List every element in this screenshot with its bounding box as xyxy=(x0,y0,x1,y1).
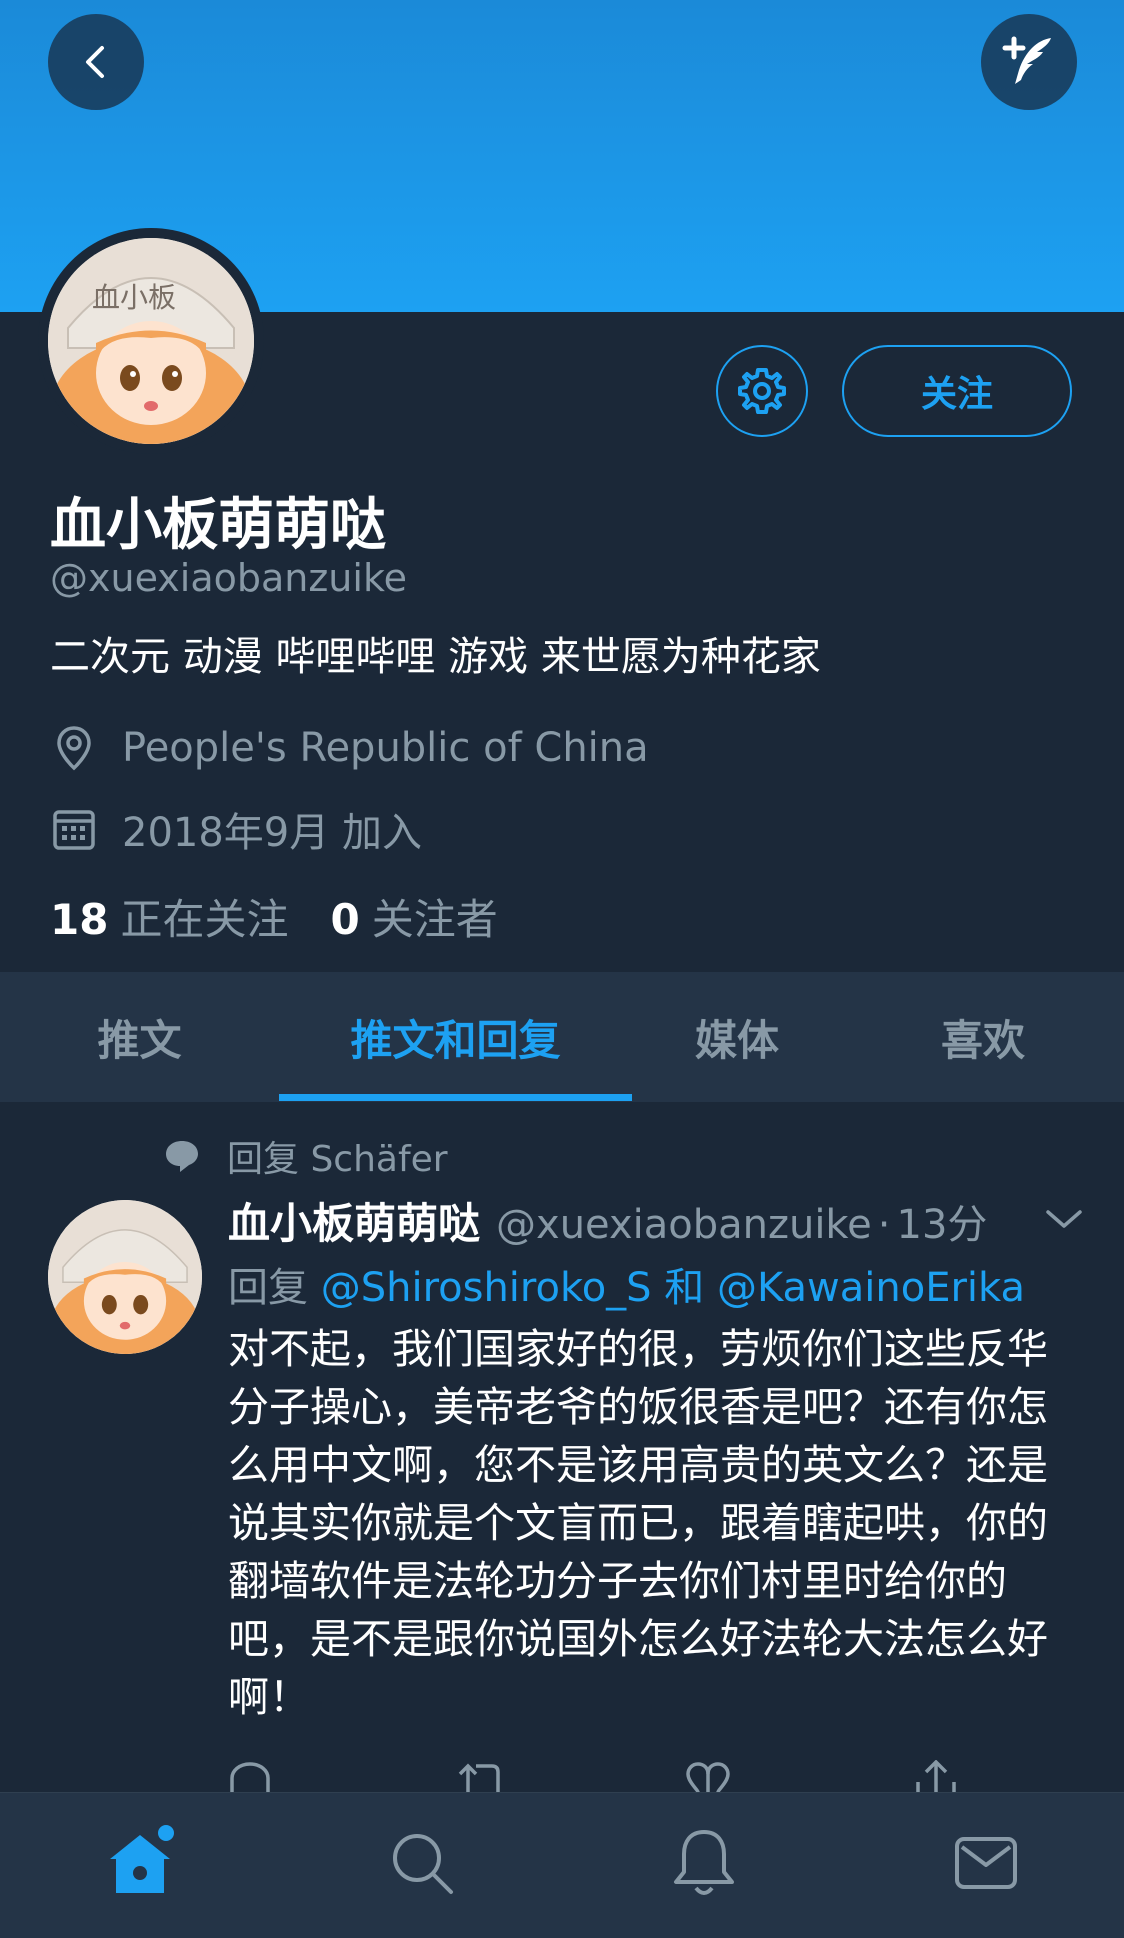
tweet-author-avatar[interactable] xyxy=(48,1200,202,1354)
share-icon xyxy=(916,1760,956,1792)
tweet-author-name[interactable]: 血小板萌萌哒 xyxy=(228,1190,480,1251)
tweet-reply-to: 回复 @Shiroshiroko_S 和 @KawainoErika xyxy=(228,1255,1025,1313)
active-tab-indicator xyxy=(279,1094,632,1101)
tweet-separator: · xyxy=(877,1202,891,1248)
tweet-header: 血小板萌萌哒 @xuexiaobanzuike · 13分 xyxy=(228,1190,987,1251)
chevron-down-icon[interactable] xyxy=(1044,1206,1084,1232)
reply-context-text: 回复 Schäfer xyxy=(227,1139,448,1180)
notifications-bell-icon xyxy=(674,1830,734,1895)
profile-location: People's Republic of China xyxy=(50,724,649,772)
compose-tweet-icon xyxy=(1002,36,1051,84)
nav-messages[interactable] xyxy=(946,1823,1026,1903)
followers-stat[interactable]: 0 关注者 xyxy=(330,886,497,947)
following-label: 正在关注 xyxy=(120,895,289,944)
back-chevron-icon xyxy=(86,46,104,78)
tweet-actions xyxy=(228,1760,1124,1792)
speech-bubble-icon xyxy=(166,1141,198,1172)
tab-tweets-and-replies[interactable]: 推文和回复 xyxy=(279,972,632,1102)
reply-context: 回复 Schäfer xyxy=(163,1130,448,1182)
heart-icon xyxy=(686,1762,730,1792)
nav-home[interactable] xyxy=(100,1823,180,1903)
profile-stats: 18 正在关注 0 关注者 xyxy=(50,886,498,947)
retweet-action[interactable] xyxy=(456,1760,684,1792)
tweet-body: 对不起，我们国家好的很，劳烦你们这些反华分子操心，美帝老爷的饭很香是吧？还有你怎… xyxy=(228,1325,1048,1721)
reply-prefix: 回复 xyxy=(228,1265,308,1311)
nav-notifications[interactable] xyxy=(664,1823,744,1903)
settings-button[interactable] xyxy=(716,345,808,437)
and-word: 和 xyxy=(664,1265,705,1311)
back-button[interactable] xyxy=(48,14,144,110)
tab-likes[interactable]: 喜欢 xyxy=(842,972,1124,1102)
compose-tweet-button[interactable] xyxy=(981,14,1077,110)
location-text: People's Republic of China xyxy=(122,725,649,771)
avatar-illustration-small xyxy=(48,1200,202,1354)
messages-envelope-icon xyxy=(955,1837,1017,1889)
following-count: 18 xyxy=(50,895,109,944)
follow-button[interactable]: 关注 xyxy=(842,345,1072,437)
search-icon xyxy=(393,1834,453,1894)
tweet-time: 13分 xyxy=(896,1202,988,1248)
profile-bio: 二次元 动漫 哔哩哔哩 游戏 来世愿为种花家 xyxy=(50,634,821,680)
share-action[interactable] xyxy=(912,1760,1124,1792)
mention-link-2[interactable]: @KawainoErika xyxy=(717,1265,1025,1311)
followers-count: 0 xyxy=(330,895,360,944)
avatar-illustration xyxy=(48,238,254,444)
location-pin-icon xyxy=(50,724,98,772)
profile-avatar[interactable]: 血小板 xyxy=(38,228,264,454)
avatar-cap-text: 血小板 xyxy=(92,281,177,314)
home-icon xyxy=(110,1825,174,1893)
profile-tabs: 推文 推文和回复 媒体 喜欢 xyxy=(0,972,1124,1102)
followers-label: 关注者 xyxy=(371,895,498,944)
tab-tweets[interactable]: 推文 xyxy=(0,972,279,1102)
like-action[interactable] xyxy=(684,1760,912,1792)
bottom-navigation xyxy=(0,1792,1124,1938)
joined-text: 2018年9月 加入 xyxy=(122,810,422,856)
retweet-icon xyxy=(458,1763,500,1792)
nav-search[interactable] xyxy=(382,1823,462,1903)
reply-action[interactable] xyxy=(228,1760,456,1792)
calendar-icon xyxy=(50,805,98,853)
gear-icon xyxy=(738,368,786,414)
reply-icon xyxy=(230,1762,270,1792)
profile-joined: 2018年9月 加入 xyxy=(50,800,422,858)
mention-link-1[interactable]: @Shiroshiroko_S xyxy=(321,1265,652,1311)
profile-name: 血小板萌萌哒 xyxy=(50,493,386,558)
following-stat[interactable]: 18 正在关注 xyxy=(50,886,288,947)
tweet-author-handle: @xuexiaobanzuike xyxy=(496,1202,872,1248)
profile-handle: @xuexiaobanzuike xyxy=(50,556,407,600)
tab-media[interactable]: 媒体 xyxy=(632,972,842,1102)
